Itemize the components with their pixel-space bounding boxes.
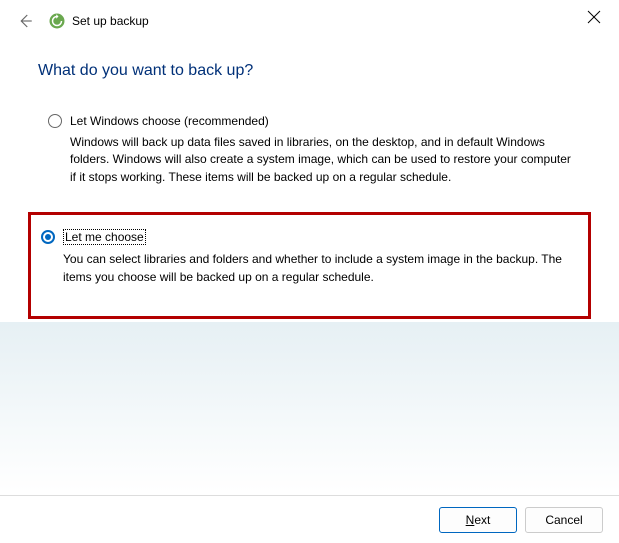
option-desc-windows-choose: Windows will back up data files saved in… (70, 134, 571, 186)
radio-label-let-me-choose: Let me choose (63, 229, 146, 245)
back-button[interactable] (16, 12, 34, 30)
cancel-button[interactable]: Cancel (525, 507, 603, 533)
radio-label-windows-choose: Let Windows choose (recommended) (70, 114, 269, 128)
close-button[interactable] (587, 10, 601, 24)
radio-windows-choose[interactable] (48, 114, 62, 128)
window-title: Set up backup (72, 14, 149, 28)
option-desc-let-me-choose: You can select libraries and folders and… (63, 251, 573, 286)
option-let-me-choose[interactable]: Let me choose You can select libraries a… (28, 212, 591, 319)
page-heading: What do you want to back up? (38, 62, 581, 80)
option-windows-choose[interactable]: Let Windows choose (recommended) Windows… (38, 108, 581, 192)
backup-wizard-icon (48, 12, 66, 30)
radio-let-me-choose[interactable] (41, 230, 55, 244)
footer: Next Cancel (0, 495, 619, 543)
next-button[interactable]: Next (439, 507, 517, 533)
